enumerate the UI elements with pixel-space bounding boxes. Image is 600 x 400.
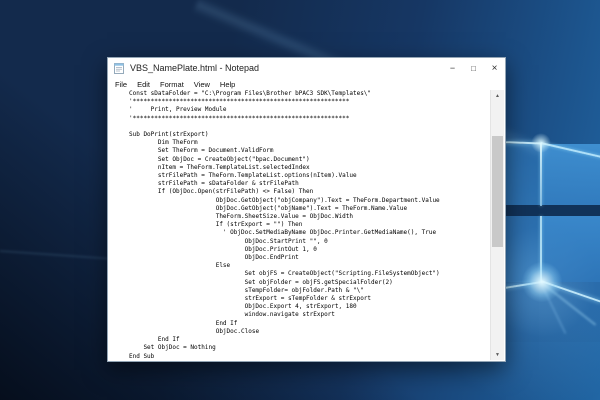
notepad-window: VBS_NamePlate.html - Notepad − □ × File … xyxy=(107,57,506,362)
menu-edit[interactable]: Edit xyxy=(132,80,155,89)
menu-bar: File Edit Format View Help xyxy=(108,78,505,90)
caption-buttons: − □ × xyxy=(442,58,505,78)
wallpaper-light-ray xyxy=(0,250,110,260)
window-title: VBS_NamePlate.html - Notepad xyxy=(130,63,442,73)
close-button[interactable]: × xyxy=(484,58,505,78)
scroll-down-arrow-icon[interactable]: ▼ xyxy=(491,349,504,360)
title-bar[interactable]: VBS_NamePlate.html - Notepad − □ × xyxy=(108,58,505,78)
scroll-up-arrow-icon[interactable]: ▲ xyxy=(491,90,504,101)
minimize-button[interactable]: − xyxy=(442,58,463,78)
menu-view[interactable]: View xyxy=(189,80,215,89)
desktop-wallpaper: VBS_NamePlate.html - Notepad − □ × File … xyxy=(0,0,600,400)
menu-file[interactable]: File xyxy=(110,80,132,89)
maximize-button[interactable]: □ xyxy=(463,58,484,78)
notepad-icon xyxy=(113,62,125,74)
menu-format[interactable]: Format xyxy=(155,80,189,89)
scrollbar-thumb[interactable] xyxy=(492,136,503,247)
wallpaper-glow xyxy=(522,262,562,302)
menu-help[interactable]: Help xyxy=(215,80,240,89)
vertical-scrollbar[interactable]: ▲ ▼ xyxy=(490,90,504,360)
text-area[interactable]: Const sDataFolder = "C:\Program Files\Br… xyxy=(109,90,504,360)
wallpaper-dark-band xyxy=(505,205,600,216)
wallpaper-glow xyxy=(531,133,551,153)
code-text: Const sDataFolder = "C:\Program Files\Br… xyxy=(109,90,504,360)
